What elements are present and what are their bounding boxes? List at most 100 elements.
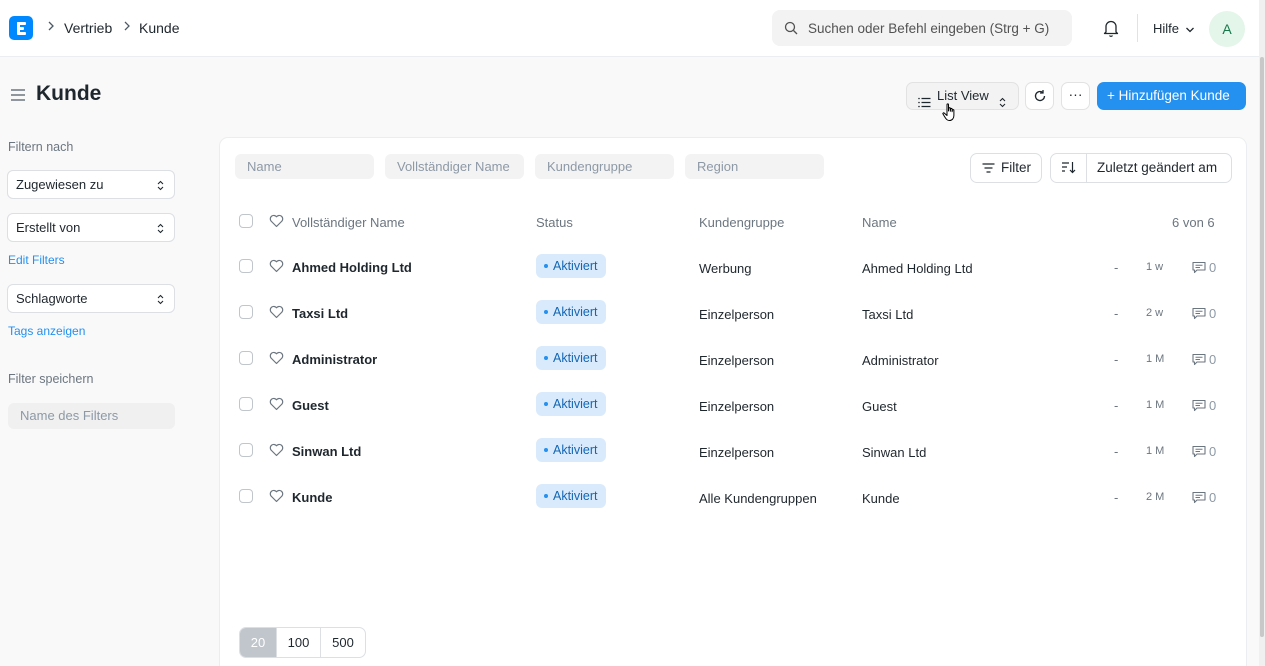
row-full-name-link[interactable]: Taxsi Ltd (292, 306, 348, 321)
row-name[interactable]: Ahmed Holding Ltd (862, 261, 973, 276)
show-tags-link[interactable]: Tags anzeigen (8, 324, 85, 338)
filter-label: Filter (1001, 160, 1031, 175)
save-filter-heading: Filter speichern (8, 372, 94, 386)
row-customer-group[interactable]: Einzelperson (699, 353, 774, 368)
row-checkbox[interactable] (239, 305, 253, 319)
created-by-label: Erstellt von (16, 220, 81, 235)
name-filter-input[interactable]: Name (235, 154, 374, 179)
comment-count-label: 0 (1209, 306, 1217, 321)
select-arrows-icon (999, 91, 1006, 117)
avatar[interactable]: A (1209, 11, 1245, 47)
status-badge[interactable]: Aktiviert (536, 438, 607, 462)
row-customer-group[interactable]: Einzelperson (699, 445, 774, 460)
row-name[interactable]: Taxsi Ltd (862, 307, 913, 322)
comment-icon (1192, 492, 1206, 504)
heart-icon[interactable] (269, 351, 284, 368)
column-header-customer-group[interactable]: Kundengruppe (699, 215, 784, 230)
tags-select[interactable]: Schlagworte (7, 284, 175, 313)
row-name[interactable]: Administrator (862, 353, 939, 368)
row-customer-group[interactable]: Alle Kundengruppen (699, 491, 817, 506)
page-size-100-button[interactable]: 100 (277, 628, 321, 657)
status-badge[interactable]: Aktiviert (536, 392, 607, 416)
heart-icon[interactable] (269, 305, 284, 322)
row-full-name-link[interactable]: Guest (292, 398, 329, 413)
row-modified-time: 1 M (1146, 399, 1165, 411)
select-arrows-icon (157, 180, 164, 191)
comment-icon (1192, 446, 1206, 458)
status-label: Aktiviert (553, 259, 598, 273)
status-badge[interactable]: Aktiviert (536, 300, 607, 324)
row-full-name-link[interactable]: Ahmed Holding Ltd (292, 260, 412, 275)
help-menu[interactable]: Hilfe (1153, 21, 1195, 36)
select-arrows-icon (157, 223, 164, 234)
row-comment-count[interactable]: 0 (1192, 352, 1216, 367)
row-customer-group[interactable]: Werbung (699, 261, 752, 276)
chevron-down-icon (1185, 27, 1194, 32)
row-checkbox[interactable] (239, 351, 253, 365)
row-comment-count[interactable]: 0 (1192, 490, 1216, 505)
row-full-name-link[interactable]: Administrator (292, 352, 377, 367)
status-badge[interactable]: Aktiviert (536, 254, 607, 278)
comment-icon (1192, 400, 1206, 412)
row-checkbox[interactable] (239, 397, 253, 411)
row-checkbox[interactable] (239, 443, 253, 457)
status-dot-icon (544, 309, 548, 314)
hand-cursor-icon (942, 103, 958, 126)
row-full-name-link[interactable]: Sinwan Ltd (292, 444, 361, 459)
region-filter-input[interactable]: Region (685, 154, 824, 179)
row-assigned-placeholder: - (1114, 444, 1119, 459)
add-customer-button[interactable]: + Hinzufügen Kunde (1097, 82, 1246, 110)
more-actions-button[interactable]: ··· (1061, 82, 1090, 110)
bell-icon[interactable] (1102, 18, 1120, 41)
column-header-name[interactable]: Name (862, 215, 897, 230)
created-by-select[interactable]: Erstellt von (7, 213, 175, 242)
row-comment-count[interactable]: 0 (1192, 444, 1216, 459)
column-header-status[interactable]: Status (536, 215, 573, 230)
filter-button[interactable]: Filter (970, 153, 1042, 183)
breadcrumb-vertrieb[interactable]: Vertrieb (64, 20, 112, 36)
full-name-filter-input[interactable]: Vollständiger Name (385, 154, 524, 179)
heart-icon[interactable] (269, 259, 284, 276)
sort-order-button[interactable] (1051, 154, 1087, 182)
row-name[interactable]: Sinwan Ltd (862, 445, 926, 460)
column-header-full-name[interactable]: Vollständiger Name (292, 215, 405, 230)
tags-label: Schlagworte (16, 291, 88, 306)
select-all-checkbox[interactable] (239, 214, 253, 228)
row-comment-count[interactable]: 0 (1192, 260, 1216, 275)
edit-filters-link[interactable]: Edit Filters (8, 253, 65, 267)
filter-name-input[interactable]: Name des Filters (8, 403, 175, 429)
heart-icon[interactable] (269, 214, 284, 231)
row-comment-count[interactable]: 0 (1192, 398, 1216, 413)
row-checkbox[interactable] (239, 489, 253, 503)
heart-icon[interactable] (269, 397, 284, 414)
assigned-to-select[interactable]: Zugewiesen zu (7, 170, 175, 199)
status-dot-icon (544, 263, 548, 268)
status-label: Aktiviert (553, 397, 598, 411)
heart-icon[interactable] (269, 443, 284, 460)
row-name[interactable]: Guest (862, 399, 897, 414)
sort-control[interactable]: Zuletzt geändert am (1050, 153, 1232, 183)
row-full-name-link[interactable]: Kunde (292, 490, 332, 505)
page-size-500-button[interactable]: 500 (321, 628, 365, 657)
status-label: Aktiviert (553, 443, 598, 457)
row-comment-count[interactable]: 0 (1192, 306, 1216, 321)
list-view-button[interactable]: List View (906, 82, 1019, 110)
heart-icon[interactable] (269, 489, 284, 506)
search-bar[interactable]: Suchen oder Befehl eingeben (Strg + G) (772, 10, 1072, 46)
page-size-20-button[interactable]: 20 (240, 628, 277, 657)
status-badge[interactable]: Aktiviert (536, 484, 607, 508)
reload-button[interactable] (1025, 82, 1054, 110)
row-assigned-placeholder: - (1114, 306, 1119, 321)
reload-icon (1034, 90, 1046, 102)
status-badge[interactable]: Aktiviert (536, 346, 607, 370)
customer-group-filter-input[interactable]: Kundengruppe (535, 154, 674, 179)
breadcrumb-kunde[interactable]: Kunde (139, 20, 179, 36)
row-checkbox[interactable] (239, 259, 253, 273)
sort-field-label[interactable]: Zuletzt geändert am (1097, 154, 1217, 182)
scrollbar-thumb[interactable] (1260, 57, 1264, 637)
app-logo[interactable] (9, 16, 33, 40)
sidebar-toggle-icon[interactable] (10, 88, 26, 105)
row-customer-group[interactable]: Einzelperson (699, 399, 774, 414)
row-name[interactable]: Kunde (862, 491, 900, 506)
row-customer-group[interactable]: Einzelperson (699, 307, 774, 322)
